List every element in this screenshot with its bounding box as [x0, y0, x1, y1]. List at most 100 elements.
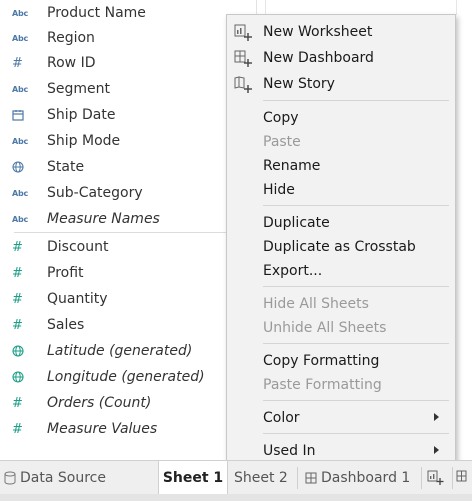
number-type-icon: # [12, 421, 23, 437]
field-label: Measure Values [47, 421, 158, 437]
new-worksheet-icon [233, 24, 253, 42]
calendar-icon [12, 109, 42, 121]
menu-label: Paste Formatting [263, 377, 382, 393]
menu-separator [263, 343, 449, 344]
data-pane: Abc Product Name Abc Region # Row ID Abc… [0, 0, 240, 460]
field-quantity[interactable]: # Quantity [0, 286, 240, 312]
tab-label: Data Source [20, 470, 106, 486]
menu-label: Duplicate as Crosstab [263, 239, 416, 255]
new-dashboard-icon [233, 50, 253, 68]
field-orders-count[interactable]: # Orders (Count) [0, 390, 240, 416]
menu-item-hide[interactable]: Hide [227, 178, 455, 202]
number-type-icon: # [12, 317, 23, 333]
string-type-icon: Abc [12, 33, 29, 43]
field-measure-values[interactable]: # Measure Values [0, 416, 240, 442]
string-type-icon: Abc [12, 188, 29, 198]
new-dashboard-tab-button[interactable] [456, 461, 472, 495]
field-sub-category[interactable]: Abc Sub-Category [0, 180, 240, 206]
menu-label: Color [263, 410, 300, 426]
dashboard-icon [305, 472, 317, 484]
canvas-shelf [265, 0, 457, 15]
menu-label: Duplicate [263, 215, 330, 231]
menu-label: Hide [263, 182, 295, 198]
field-label: Orders (Count) [47, 395, 152, 411]
menu-item-unhide-all-sheets: Unhide All Sheets [227, 316, 455, 340]
field-label: Measure Names [47, 211, 160, 227]
field-ship-mode[interactable]: Abc Ship Mode [0, 128, 240, 154]
submenu-arrow-icon [434, 413, 439, 421]
sheet-tab-bar: Data Source Sheet 1 Sheet 2 Dashboard 1 [0, 460, 472, 495]
tab-label: Sheet 2 [234, 470, 288, 486]
menu-label: Copy Formatting [263, 353, 380, 369]
tab-label: Sheet 1 [162, 470, 224, 486]
menu-item-copy[interactable]: Copy [227, 106, 455, 130]
field-ship-date[interactable]: Ship Date [0, 102, 240, 128]
tab-data-source[interactable]: Data Source [4, 461, 154, 495]
number-type-icon: # [12, 291, 23, 307]
tab-sheet-2[interactable]: Sheet 2 [234, 461, 292, 495]
menu-separator [263, 100, 449, 101]
menu-label: Unhide All Sheets [263, 320, 387, 336]
menu-separator [263, 205, 449, 206]
field-label: Ship Mode [47, 133, 121, 149]
menu-item-copy-formatting[interactable]: Copy Formatting [227, 349, 455, 373]
field-label: Row ID [47, 55, 96, 71]
field-label: State [47, 159, 85, 175]
submenu-arrow-icon [434, 446, 439, 454]
menu-label: Export... [263, 263, 323, 279]
menu-label: Copy [263, 110, 299, 126]
menu-item-paste: Paste [227, 130, 455, 154]
menu-item-duplicate[interactable]: Duplicate [227, 211, 455, 235]
menu-item-new-story[interactable]: New Story [227, 72, 455, 96]
field-row-id[interactable]: # Row ID [0, 50, 240, 76]
field-label: Segment [47, 81, 110, 97]
tab-dashboard-1[interactable]: Dashboard 1 [305, 461, 417, 495]
menu-label: New Story [263, 76, 335, 92]
string-type-icon: Abc [12, 84, 29, 94]
menu-item-new-dashboard[interactable]: New Dashboard [227, 46, 455, 70]
menu-label: New Worksheet [263, 24, 373, 40]
new-worksheet-icon [427, 470, 445, 486]
menu-item-duplicate-as-crosstab[interactable]: Duplicate as Crosstab [227, 235, 455, 259]
menu-item-rename[interactable]: Rename [227, 154, 455, 178]
field-profit[interactable]: # Profit [0, 260, 240, 286]
number-type-icon: # [12, 55, 23, 71]
menu-label: Rename [263, 158, 321, 174]
menu-item-new-worksheet[interactable]: New Worksheet [227, 20, 455, 44]
tab-separator [421, 467, 422, 489]
field-label: Product Name [47, 5, 146, 21]
field-product-name[interactable]: Abc Product Name [0, 0, 240, 26]
field-discount[interactable]: # Discount [0, 234, 240, 260]
string-type-icon: Abc [12, 136, 29, 146]
sheet-tab-context-menu: New Worksheet New Dashboard New Story Co… [226, 14, 456, 466]
status-bar [0, 494, 472, 501]
field-longitude[interactable]: Longitude (generated) [0, 364, 240, 390]
field-region[interactable]: Abc Region [0, 25, 240, 51]
globe-icon [12, 345, 42, 357]
menu-separator [263, 286, 449, 287]
menu-label: Hide All Sheets [263, 296, 369, 312]
menu-item-hide-all-sheets: Hide All Sheets [227, 292, 455, 316]
menu-item-export[interactable]: Export... [227, 259, 455, 283]
field-label: Sales [47, 317, 85, 333]
field-label: Discount [47, 239, 109, 255]
field-label: Sub-Category [47, 185, 143, 201]
new-worksheet-tab-button[interactable] [427, 461, 449, 495]
string-type-icon: Abc [12, 214, 29, 224]
field-label: Profit [47, 265, 84, 281]
globe-icon [12, 161, 42, 173]
menu-item-color[interactable]: Color [227, 406, 455, 430]
field-label: Quantity [47, 291, 108, 307]
menu-item-paste-formatting: Paste Formatting [227, 373, 455, 397]
field-latitude[interactable]: Latitude (generated) [0, 338, 240, 364]
field-label: Latitude (generated) [47, 343, 193, 359]
field-segment[interactable]: Abc Segment [0, 76, 240, 102]
field-label: Longitude (generated) [47, 369, 205, 385]
data-source-icon [4, 471, 16, 485]
field-state[interactable]: State [0, 154, 240, 180]
tab-separator [452, 467, 453, 489]
field-measure-names[interactable]: Abc Measure Names [0, 206, 240, 232]
number-type-icon: # [12, 239, 23, 255]
field-sales[interactable]: # Sales [0, 312, 240, 338]
tab-sheet-1[interactable]: Sheet 1 [158, 461, 228, 495]
